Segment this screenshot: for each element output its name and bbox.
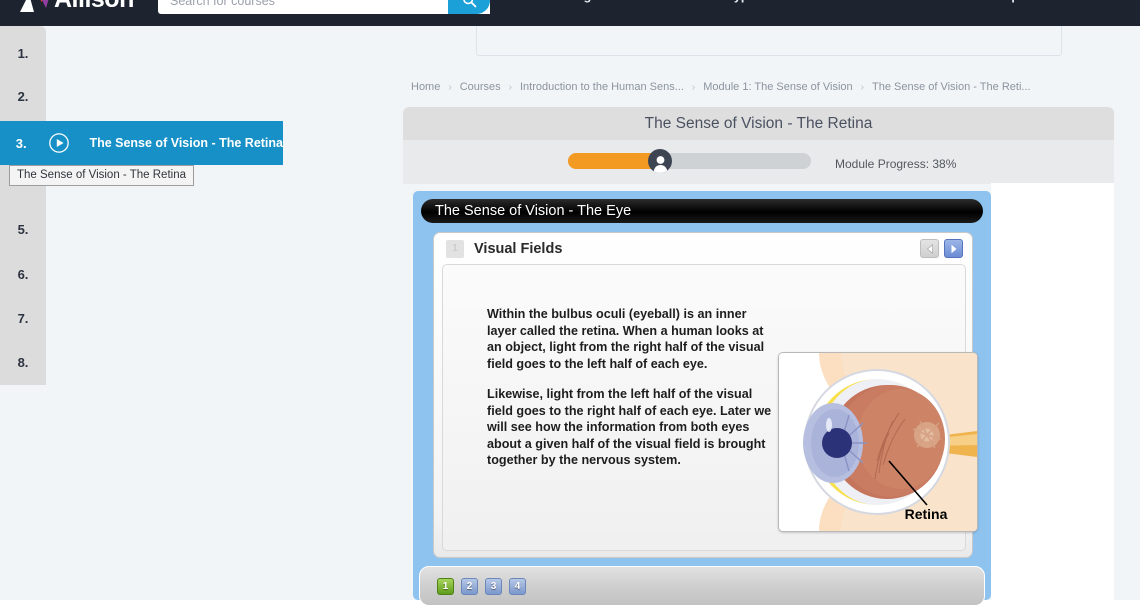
progress-label: Module Progress: 38%: [835, 157, 957, 171]
nav-item-course-categories[interactable]: Course Categories ⌄: [510, 0, 635, 3]
sidebar-item-label: The Sense of Vision - The Retina: [89, 136, 283, 150]
breadcrumb-item-courses[interactable]: Courses: [460, 81, 501, 93]
slide-number-badge: 1: [446, 239, 464, 258]
eye-cross-section-diagram: Retina: [778, 352, 978, 532]
module-progress-row: Module Progress: 38%: [403, 140, 1114, 184]
previous-slide-button[interactable]: [920, 239, 939, 258]
breadcrumb-separator-icon: ›: [860, 81, 864, 93]
sidebar-item-6[interactable]: 6.: [0, 267, 46, 282]
sidebar-item-number: 3.: [15, 135, 27, 151]
slide-body: Within the bulbus oculi (eyeball) is an …: [442, 264, 978, 551]
module-header: The Sense of Vision - The Retina: [403, 107, 1114, 140]
chevron-down-icon: ⌄: [768, 0, 776, 2]
course-player: The Sense of Vision - The Eye 1 Visual F…: [413, 191, 991, 600]
progress-bar-fill: [568, 153, 661, 169]
nav-item-course-types[interactable]: Course Types ⌄: [681, 0, 776, 3]
search-icon: [462, 0, 476, 8]
search-button[interactable]: [448, 0, 490, 14]
chevron-right-icon: [951, 244, 956, 253]
next-slide-button[interactable]: [944, 239, 963, 258]
sidebar-item-2[interactable]: 2.: [0, 89, 46, 104]
brand-logo[interactable]: Allison: [20, 0, 134, 12]
lesson-sidebar: 1. 2. 4. 5. 6. 7. 8.: [0, 26, 46, 385]
sidebar-item-8[interactable]: 8.: [0, 355, 46, 370]
sidebar-tooltip: The Sense of Vision - The Retina: [9, 165, 194, 186]
breadcrumb-item-home[interactable]: Home: [411, 81, 440, 93]
chevron-down-icon: ⌄: [1025, 0, 1033, 2]
retina-label: Retina: [905, 506, 948, 522]
sidebar-item-7[interactable]: 7.: [0, 311, 46, 326]
user-avatar-icon: [653, 156, 668, 173]
search-box[interactable]: [158, 0, 490, 14]
breadcrumb-separator-icon: ›: [508, 81, 512, 93]
breadcrumb-separator-icon: ›: [448, 81, 452, 93]
player-bottom-toolbar: 1 2 3 4: [419, 566, 985, 606]
chevron-left-icon: [926, 243, 933, 254]
nav-label: Courses For Jobs: [822, 0, 928, 3]
allison-logo-icon: [20, 0, 49, 12]
progress-bar-track[interactable]: [568, 149, 811, 173]
lesson-paragraph-2: Likewise, light from the left half of th…: [487, 387, 772, 467]
player-title: The Sense of Vision - The Eye: [435, 203, 632, 219]
chevron-down-icon: ⌄: [934, 0, 942, 2]
breadcrumb: Home › Courses › Introduction to the Hum…: [411, 81, 1031, 93]
primary-nav: Course Categories ⌄ Course Types ⌄ Cours…: [510, 0, 1033, 3]
sidebar-item-5[interactable]: 5.: [0, 222, 46, 237]
slide-header: 1 Visual Fields: [434, 233, 972, 264]
breadcrumb-item-course[interactable]: Introduction to the Human Sens...: [520, 81, 684, 93]
breadcrumb-separator-icon: ›: [691, 81, 696, 93]
pager-button-3[interactable]: 3: [485, 577, 502, 595]
progress-bar-handle[interactable]: [648, 149, 673, 173]
slide-nav-buttons: [920, 239, 963, 258]
eye-anatomy-illustration: Retina: [779, 353, 977, 531]
lesson-paragraph-1: Within the bulbus oculi (eyeball) is an …: [487, 307, 765, 371]
lesson-text: Within the bulbus oculi (eyeball) is an …: [487, 306, 777, 469]
nav-item-courses-for-jobs[interactable]: Courses For Jobs ⌄: [822, 0, 942, 3]
pager-button-1[interactable]: 1: [437, 577, 454, 595]
breadcrumb-item-module[interactable]: Module 1: The Sense of Vision: [703, 81, 852, 93]
chevron-down-icon: ⌄: [627, 0, 635, 2]
content-placeholder-card: [476, 22, 1062, 56]
pager-button-2[interactable]: 2: [461, 577, 478, 595]
player-title-bar: The Sense of Vision - The Eye: [421, 199, 983, 223]
nav-label: Course Categories: [510, 0, 621, 3]
right-gutter: [991, 183, 1114, 600]
slide-title: Visual Fields: [474, 240, 563, 257]
brand-name: Allison: [54, 0, 134, 12]
nav-label: Shop: [988, 0, 1019, 3]
sidebar-item-3-active[interactable]: 3. The Sense of Vision - The Retina: [0, 121, 283, 165]
nav-item-shop[interactable]: Shop ⌄: [988, 0, 1033, 3]
play-circle-icon: [42, 132, 75, 154]
slide-panel: 1 Visual Fields Within the bulbus oculi …: [433, 232, 978, 558]
pager-button-4[interactable]: 4: [509, 577, 526, 595]
search-input[interactable]: [158, 0, 443, 14]
breadcrumb-item-current: The Sense of Vision - The Reti...: [871, 81, 1031, 93]
slide-pager: 1 2 3 4: [437, 577, 526, 595]
page-title: The Sense of Vision - The Retina: [644, 114, 873, 132]
nav-label: Course Types: [681, 0, 763, 3]
top-navigation-bar: Allison Course Categories ⌄ Course Types…: [0, 0, 1140, 26]
sidebar-item-1[interactable]: 1.: [0, 46, 46, 61]
